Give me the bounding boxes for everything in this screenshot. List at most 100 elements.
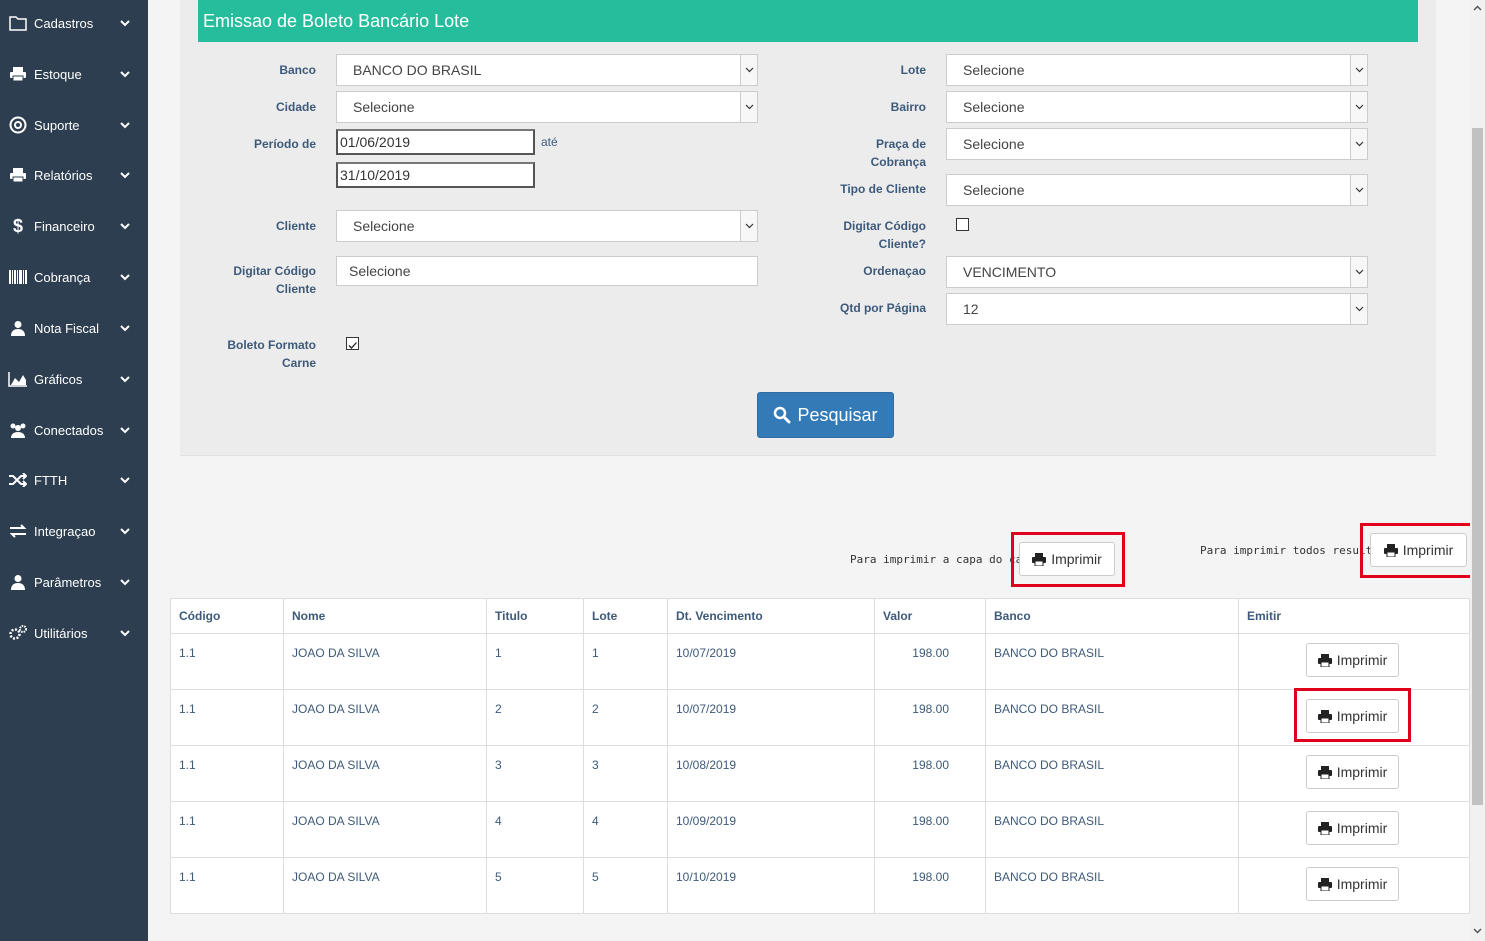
sidebar-item-label: Integraçao — [34, 523, 96, 539]
sidebar-item-estoque[interactable]: Estoque — [0, 54, 148, 94]
scroll-down-icon[interactable] — [1473, 926, 1482, 935]
sidebar-item-cobranca[interactable]: Cobrança — [0, 257, 148, 297]
tipo-cliente-label: Tipo de Cliente — [840, 182, 926, 196]
cell-nome: JOAO DA SILVA — [284, 858, 487, 914]
ate-label: até — [541, 135, 558, 149]
chevron-down-icon — [1350, 175, 1367, 205]
chevron-down-icon — [120, 20, 130, 27]
cell-vencimento: 10/07/2019 — [668, 634, 875, 690]
lote-select[interactable]: Selecione — [946, 54, 1368, 86]
ordenacao-select-value: VENCIMENTO — [963, 264, 1057, 280]
qtd-pagina-select-value: 12 — [963, 301, 979, 317]
cidade-select[interactable]: Selecione — [336, 91, 758, 123]
sidebar-item-cadastros[interactable]: Cadastros — [0, 3, 148, 43]
cell-lote: 5 — [584, 858, 668, 914]
exchange-icon — [8, 521, 28, 541]
printer-icon — [1317, 765, 1332, 779]
chevron-down-icon — [120, 71, 130, 78]
qtd-pagina-select[interactable]: 12 — [946, 293, 1368, 325]
bairro-select-value: Selecione — [963, 99, 1025, 115]
column-header: Emitir — [1247, 609, 1282, 623]
sidebar-item-label: Nota Fiscal — [34, 320, 100, 336]
sidebar-item-suporte[interactable]: Suporte — [0, 105, 148, 145]
search-button[interactable]: Pesquisar — [757, 392, 894, 438]
chevron-down-icon — [1350, 129, 1367, 159]
bairro-select[interactable]: Selecione — [946, 91, 1368, 123]
chevron-down-icon — [120, 477, 130, 484]
print-row-button[interactable]: Imprimir — [1306, 643, 1399, 677]
cell-banco: BANCO DO BRASIL — [986, 858, 1239, 914]
chevron-down-icon — [120, 122, 130, 129]
lote-label: Lote — [900, 63, 926, 77]
sidebar-item-label: Utilitários — [34, 625, 88, 641]
periodo-to-input[interactable]: 31/10/2019 — [336, 162, 535, 188]
sidebar-item-label: Parâmetros — [34, 574, 102, 590]
digitar-codigo-checkbox[interactable] — [956, 218, 969, 231]
banco-label: Banco — [279, 63, 316, 77]
digitar-codigo-label: Digitar Código Cliente — [233, 264, 316, 296]
cell-vencimento: 10/07/2019 — [668, 690, 875, 746]
ordenacao-select[interactable]: VENCIMENTO — [946, 256, 1368, 288]
cell-lote: 3 — [584, 746, 668, 802]
scroll-thumb[interactable] — [1472, 128, 1483, 805]
sidebar-item-nota-fiscal[interactable]: Nota Fiscal — [0, 308, 148, 348]
column-header: Código — [171, 599, 284, 633]
cidade-select-value: Selecione — [353, 99, 415, 115]
print-capa-button[interactable]: Imprimir — [1019, 542, 1115, 576]
sidebar-item-relatorios[interactable]: Relatórios — [0, 155, 148, 195]
lifebuoy-icon — [8, 115, 28, 135]
scroll-up-icon[interactable] — [1473, 4, 1482, 13]
qtd-pagina-label: Qtd por Página — [839, 301, 926, 315]
user-icon — [8, 572, 28, 592]
print-row-button[interactable]: Imprimir — [1306, 699, 1399, 733]
cell-banco: BANCO DO BRASIL — [986, 802, 1239, 858]
cell-titulo: 4 — [487, 802, 584, 858]
table-row: 1.1 JOAO DA SILVA 4 4 10/09/2019 198.00 … — [171, 801, 1469, 858]
chevron-down-icon — [120, 325, 130, 332]
cell-valor: 198.00 — [875, 634, 986, 690]
boleto-formato-checkbox[interactable] — [346, 337, 359, 350]
printer-icon — [1317, 877, 1332, 891]
sidebar-item-parametros[interactable]: Parâmetros — [0, 562, 148, 602]
sidebar-item-label: Suporte — [34, 117, 80, 133]
sidebar-item-utilitarios[interactable]: Utilitários — [0, 613, 148, 653]
chevron-down-icon — [1350, 55, 1367, 85]
cliente-select-value: Selecione — [353, 218, 415, 234]
cliente-select[interactable]: Selecione — [336, 210, 758, 242]
sidebar-item-label: Estoque — [34, 66, 82, 82]
chevron-down-icon — [1350, 92, 1367, 122]
column-header: Lote — [584, 599, 668, 633]
chevron-down-icon — [740, 211, 757, 241]
sidebar-item-label: Financeiro — [34, 218, 95, 234]
chevron-down-icon — [120, 274, 130, 281]
column-header: Titulo — [487, 599, 584, 633]
sidebar: Cadastros Estoque Suporte Relatórios $ F… — [0, 0, 148, 941]
cell-valor: 198.00 — [875, 746, 986, 802]
users-icon — [8, 420, 28, 440]
print-row-button[interactable]: Imprimir — [1306, 811, 1399, 845]
print-all-button[interactable]: Imprimir — [1370, 533, 1467, 567]
print-row-button[interactable]: Imprimir — [1306, 867, 1399, 901]
filter-panel: Emissao de Boleto Bancário Lote Banco BA… — [180, 0, 1436, 456]
periodo-from-input[interactable]: 01/06/2019 — [336, 129, 535, 155]
digitar-codigo-input[interactable]: Selecione — [336, 256, 758, 286]
vertical-scrollbar[interactable] — [1470, 0, 1485, 941]
sidebar-item-integracao[interactable]: Integraçao — [0, 511, 148, 551]
chevron-down-icon — [740, 92, 757, 122]
cell-nome: JOAO DA SILVA — [284, 690, 487, 746]
sidebar-item-graficos[interactable]: Gráficos — [0, 359, 148, 399]
cell-valor: 198.00 — [875, 690, 986, 746]
sidebar-item-conectados[interactable]: Conectados — [0, 410, 148, 450]
tipo-cliente-select[interactable]: Selecione — [946, 174, 1368, 206]
sidebar-item-label: Cadastros — [34, 15, 94, 31]
print-row-button[interactable]: Imprimir — [1306, 755, 1399, 789]
cell-banco: BANCO DO BRASIL — [986, 746, 1239, 802]
search-button-label: Pesquisar — [797, 404, 878, 425]
sidebar-item-ftth[interactable]: FTTH — [0, 460, 148, 500]
banco-select[interactable]: BANCO DO BRASIL — [336, 54, 758, 86]
lote-select-value: Selecione — [963, 62, 1025, 78]
digitar-codigo-q-label: Digitar Código Cliente? — [843, 219, 926, 251]
sidebar-item-financeiro[interactable]: $ Financeiro — [0, 206, 148, 246]
sidebar-item-label: Relatórios — [34, 167, 93, 183]
praca-select[interactable]: Selecione — [946, 128, 1368, 160]
